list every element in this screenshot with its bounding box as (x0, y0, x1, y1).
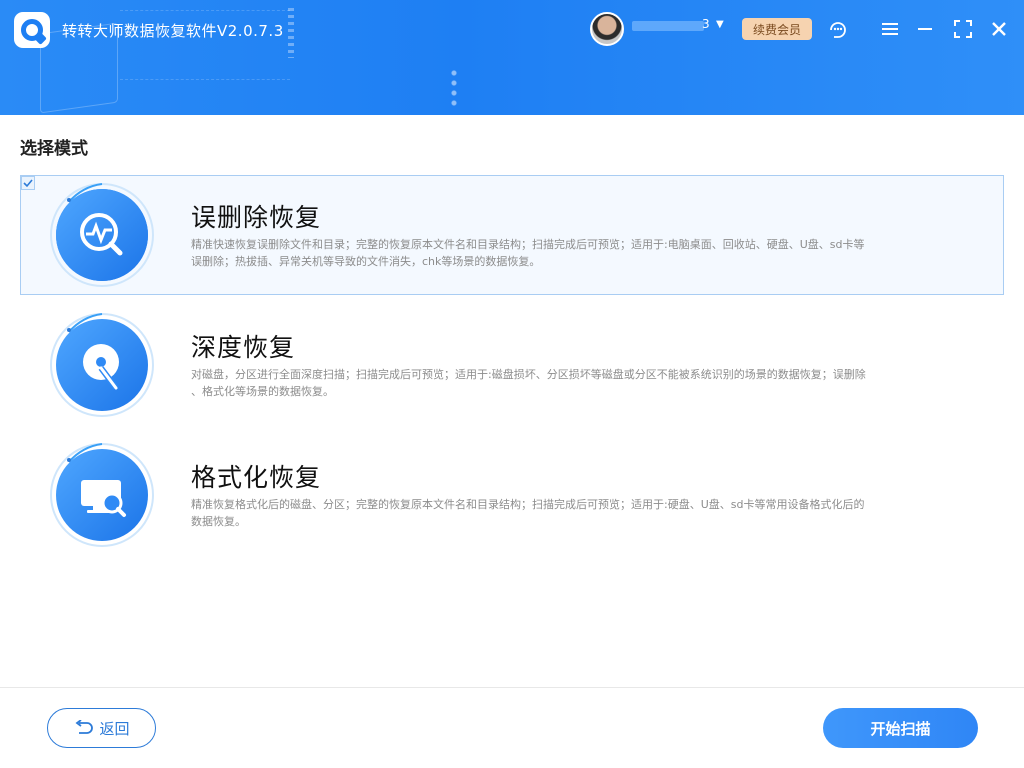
header-decoration (449, 68, 459, 108)
back-button[interactable]: 返回 (47, 708, 156, 748)
mode-description: 精准快速恢复误删除文件和目录；完整的恢复原本文件名和目录结构；扫描完成后可预览；… (191, 236, 951, 270)
title-bar: 转转大师数据恢复软件V2.0.7.3 3 ▼ 续费会员 (0, 0, 1024, 115)
back-button-label: 返回 (99, 719, 130, 738)
mode-description: 对磁盘，分区进行全面深度扫描；扫描完成后可预览；适用于:磁盘损坏、分区损坏等磁盘… (191, 366, 951, 400)
minimize-icon[interactable] (912, 16, 938, 42)
mode-description-line: 数据恢复。 (191, 515, 246, 528)
avatar[interactable] (590, 12, 624, 46)
waveform-search-icon (50, 183, 154, 287)
monitor-search-icon (50, 443, 154, 547)
header-decoration (288, 8, 294, 58)
username[interactable]: 3 (632, 17, 710, 33)
logo-icon (14, 12, 50, 48)
footer-divider (0, 687, 1024, 688)
customer-service-icon[interactable] (825, 16, 851, 42)
mode-description-line: 、格式化等场景的数据恢复。 (191, 385, 334, 398)
maximize-icon[interactable] (950, 16, 976, 42)
start-scan-button[interactable]: 开始扫描 (823, 708, 978, 748)
close-icon[interactable] (986, 16, 1012, 42)
undo-arrow-icon (75, 720, 94, 734)
renew-vip-button[interactable]: 续费会员 (742, 18, 812, 40)
checkbox-checked-icon[interactable] (21, 176, 35, 190)
mode-description-line: 对磁盘，分区进行全面深度扫描；扫描完成后可预览；适用于:磁盘损坏、分区损坏等磁盘… (191, 368, 866, 381)
mode-option-format-recovery[interactable]: 格式化恢复 精准恢复格式化后的磁盘、分区；完整的恢复原本文件名和目录结构；扫描完… (20, 435, 1004, 555)
mode-description-line: 精准快速恢复误删除文件和目录；完整的恢复原本文件名和目录结构；扫描完成后可预览；… (191, 238, 865, 251)
mode-option-deleted-recovery[interactable]: 误删除恢复 精准快速恢复误删除文件和目录；完整的恢复原本文件名和目录结构；扫描完… (20, 175, 1004, 295)
section-title: 选择模式 (20, 139, 88, 159)
mode-description-line: 误删除；热拔插、异常关机等导致的文件消失，chk等场景的数据恢复。 (191, 255, 541, 268)
mode-option-deep-recovery[interactable]: 深度恢复 对磁盘，分区进行全面深度扫描；扫描完成后可预览；适用于:磁盘损坏、分区… (20, 305, 1004, 425)
username-text: 3 (702, 17, 710, 31)
mode-description: 精准恢复格式化后的磁盘、分区；完整的恢复原本文件名和目录结构；扫描完成后可预览；… (191, 496, 951, 530)
username-mask (632, 21, 704, 31)
mode-title: 误删除恢复 (191, 203, 322, 232)
mode-description-line: 精准恢复格式化后的磁盘、分区；完整的恢复原本文件名和目录结构；扫描完成后可预览；… (191, 498, 865, 511)
menu-icon[interactable] (877, 16, 903, 42)
chevron-down-icon[interactable]: ▼ (716, 19, 724, 30)
mode-title: 格式化恢复 (191, 463, 322, 492)
disk-scan-icon (50, 313, 154, 417)
app-title: 转转大师数据恢复软件V2.0.7.3 (62, 22, 284, 40)
mode-title: 深度恢复 (191, 333, 296, 362)
